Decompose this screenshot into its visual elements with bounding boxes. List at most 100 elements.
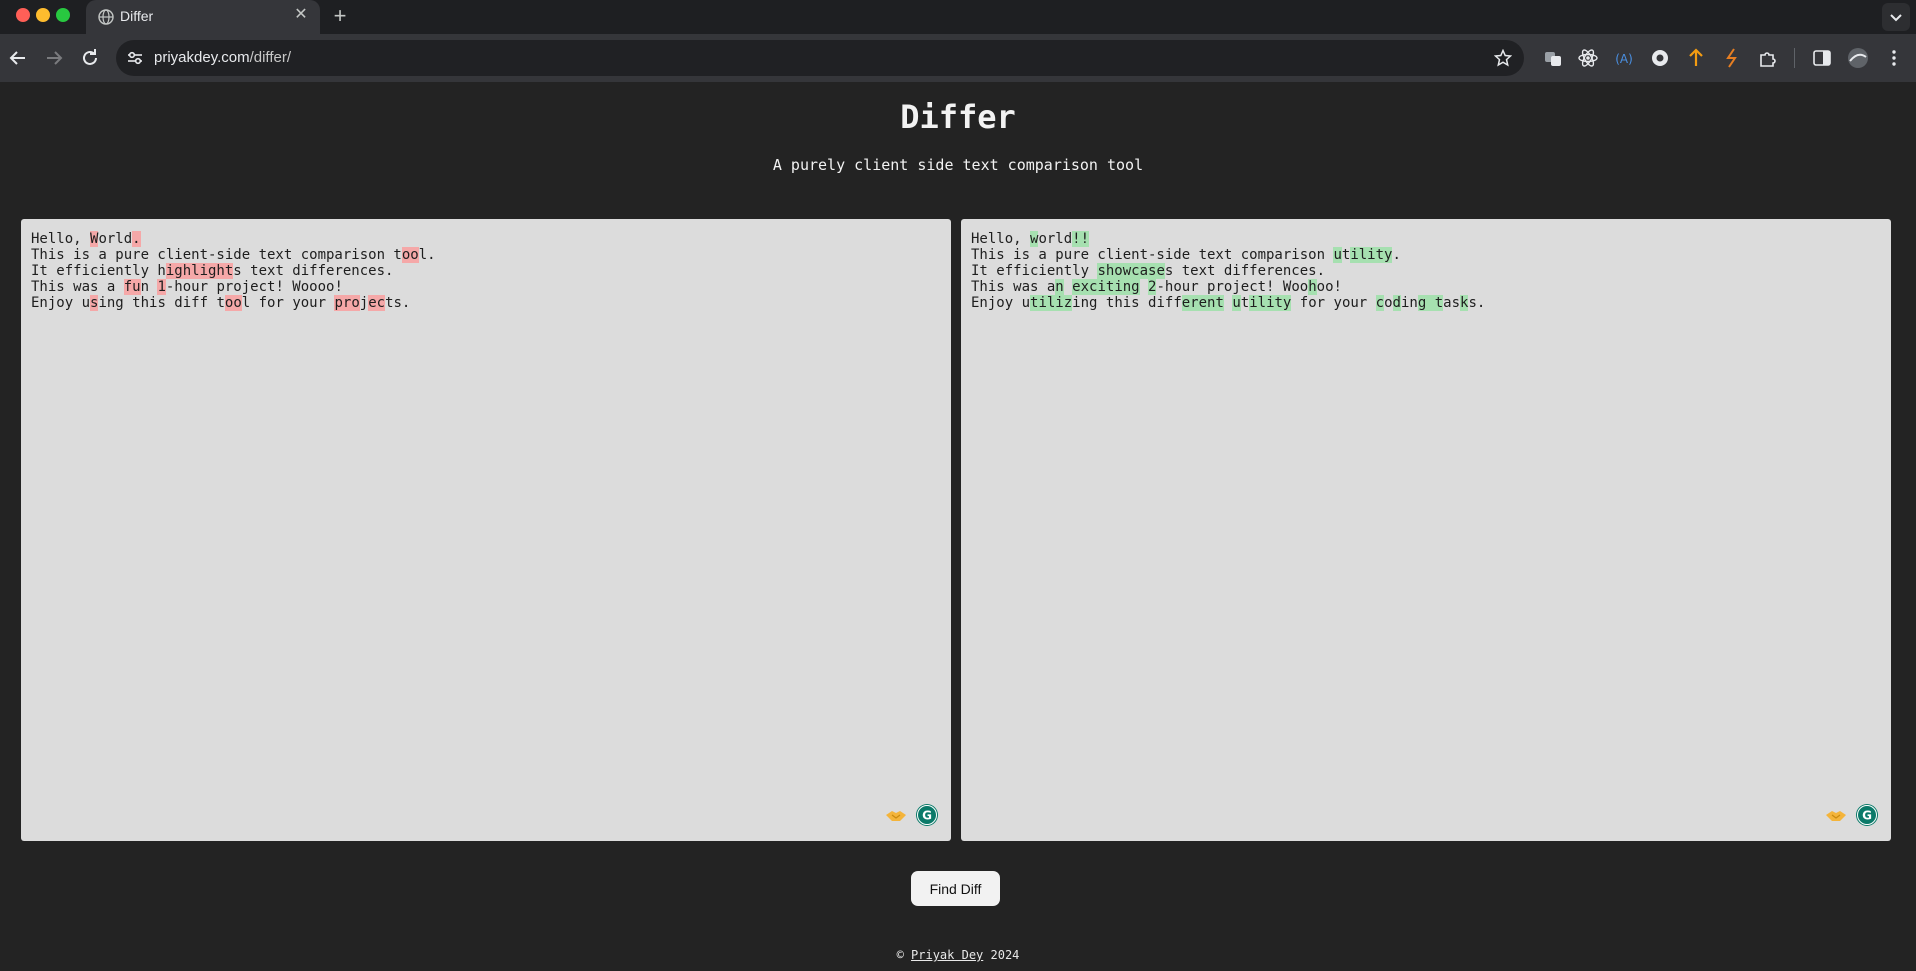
- text-segment: n: [140, 279, 158, 295]
- inserted-segment: ility: [1350, 247, 1393, 263]
- text-segment: for your: [1291, 295, 1376, 311]
- inserted-segment: showcase: [1097, 263, 1165, 279]
- chevron-down-icon: [1890, 14, 1902, 22]
- text-segment: as: [1443, 295, 1460, 311]
- text-segment: Hello,: [31, 231, 91, 247]
- text-segment: ts.: [385, 295, 411, 311]
- text-segment: Enjoy u: [971, 295, 1031, 311]
- text-segment: s text differences.: [233, 263, 394, 279]
- inserted-segment: erent: [1181, 295, 1224, 311]
- text-segment: Hello,: [971, 231, 1031, 247]
- url-host: priyakdey.com: [154, 49, 250, 66]
- text-line: Enjoy utilizing this different utility f…: [971, 295, 1485, 311]
- extensions-puzzle-icon[interactable]: [1756, 46, 1780, 70]
- deleted-segment: ighlight: [165, 263, 234, 279]
- lightning-icon[interactable]: [1720, 46, 1744, 70]
- bookmark-star-icon[interactable]: [1494, 49, 1512, 67]
- deleted-segment: oo: [401, 247, 419, 263]
- tab-strip: Differ ✕ +: [0, 0, 1916, 34]
- inserted-segment: n: [1055, 279, 1064, 295]
- browser-tab[interactable]: Differ ✕: [86, 0, 320, 34]
- tab-close-icon[interactable]: ✕: [292, 6, 310, 24]
- deleted-segment: .: [132, 231, 141, 247]
- inserted-segment: u: [1333, 247, 1342, 263]
- text-line: This is a pure client-side text comparis…: [31, 247, 436, 263]
- profile-avatar-icon[interactable]: [1846, 46, 1870, 70]
- translate-icon[interactable]: [1541, 46, 1565, 70]
- text-segment: This is a pure client-side text comparis…: [31, 247, 402, 263]
- inserted-segment: h: [1308, 279, 1317, 295]
- text-segment: Enjoy u: [31, 295, 91, 311]
- font-extension-icon[interactable]: (A): [1612, 46, 1636, 70]
- svg-text:(A): (A): [1615, 52, 1633, 66]
- text-segment: s text differences.: [1164, 263, 1326, 279]
- text-segment: j: [359, 295, 369, 311]
- url-text[interactable]: priyakdey.com/differ/: [154, 49, 291, 66]
- text-line: This was an exciting 2-hour project! Woo…: [971, 279, 1485, 295]
- inserted-segment: g t: [1417, 295, 1444, 311]
- changed-text[interactable]: Hello, world!! This is a pure client-side…: [971, 231, 1485, 311]
- find-diff-button[interactable]: Find Diff: [911, 871, 1000, 906]
- copyright-prefix: ©: [896, 948, 912, 962]
- site-settings-icon[interactable]: [126, 49, 144, 67]
- handshake-icon[interactable]: [1824, 803, 1848, 827]
- side-panel-icon[interactable]: [1810, 46, 1834, 70]
- back-arrow-icon[interactable]: [6, 46, 30, 70]
- text-segment: .: [1392, 247, 1401, 263]
- page-title: Differ: [900, 98, 1016, 136]
- inserted-segment: c: [1375, 295, 1385, 311]
- text-segment: This is a pure client-side text comparis…: [971, 247, 1334, 263]
- footer: © Priyak Dey 2024: [0, 948, 1916, 962]
- close-window-button[interactable]: [16, 8, 30, 22]
- handshake-icon[interactable]: [884, 803, 908, 827]
- inserted-segment: tiliz: [1030, 295, 1073, 311]
- text-segment: [1140, 279, 1148, 295]
- text-segment: This was a: [31, 279, 124, 295]
- text-line: It efficiently showcases text difference…: [971, 263, 1485, 279]
- text-line: This was a fun 1-hour project! Woooo!: [31, 279, 436, 295]
- text-segment: ing this diff: [1072, 295, 1182, 311]
- page-subtitle: A purely client side text comparison too…: [772, 156, 1144, 174]
- maximize-window-button[interactable]: [56, 8, 70, 22]
- upload-arrow-icon[interactable]: [1684, 46, 1708, 70]
- deleted-segment: 1: [157, 279, 166, 295]
- kebab-menu-icon[interactable]: [1882, 46, 1906, 70]
- footer-year: 2024: [983, 948, 1020, 962]
- address-bar[interactable]: priyakdey.com/differ/: [116, 40, 1524, 76]
- inserted-segment: exciting: [1072, 279, 1140, 295]
- changed-text-pane[interactable]: Hello, world!! This is a pure client-side…: [961, 219, 1891, 841]
- text-segment: t: [1240, 295, 1250, 311]
- text-segment: orld: [1038, 231, 1073, 247]
- inserted-segment: u: [1232, 295, 1241, 311]
- text-segment: -hour project! Woo: [1156, 279, 1309, 295]
- text-segment: s.: [1468, 295, 1486, 311]
- text-segment: [1064, 279, 1072, 295]
- text-segment: oo!: [1316, 279, 1342, 295]
- original-text-pane[interactable]: Hello, World. This is a pure client-side …: [21, 219, 951, 841]
- author-link[interactable]: Priyak Dey: [911, 948, 983, 962]
- svg-text:G: G: [922, 809, 932, 823]
- text-segment: o: [1384, 295, 1393, 311]
- deleted-segment: oo: [224, 295, 242, 311]
- new-tab-button[interactable]: +: [328, 3, 352, 29]
- text-line: Hello, World.: [31, 231, 436, 247]
- text-line: Hello, world!!: [971, 231, 1485, 247]
- text-segment: l for your: [241, 295, 335, 311]
- dark-circle-icon[interactable]: [1648, 46, 1672, 70]
- deleted-segment: pro: [334, 295, 360, 311]
- text-segment: It efficiently h: [31, 263, 166, 279]
- reload-icon[interactable]: [78, 46, 102, 70]
- text-segment: l.: [418, 247, 436, 263]
- grammarly-icon[interactable]: G: [1855, 803, 1879, 827]
- text-segment: ing this diff t: [98, 295, 225, 311]
- tab-search-button[interactable]: [1882, 3, 1910, 31]
- minimize-window-button[interactable]: [36, 8, 50, 22]
- inserted-segment: ility: [1249, 295, 1292, 311]
- text-line: This is a pure client-side text comparis…: [971, 247, 1485, 263]
- original-text[interactable]: Hello, World. This is a pure client-side …: [31, 231, 436, 311]
- browser-toolbar: priyakdey.com/differ/ (A): [0, 34, 1916, 82]
- forward-arrow-icon[interactable]: [42, 46, 66, 70]
- grammarly-icon[interactable]: G: [915, 803, 939, 827]
- react-devtools-icon[interactable]: [1576, 46, 1600, 70]
- text-segment: in: [1400, 295, 1418, 311]
